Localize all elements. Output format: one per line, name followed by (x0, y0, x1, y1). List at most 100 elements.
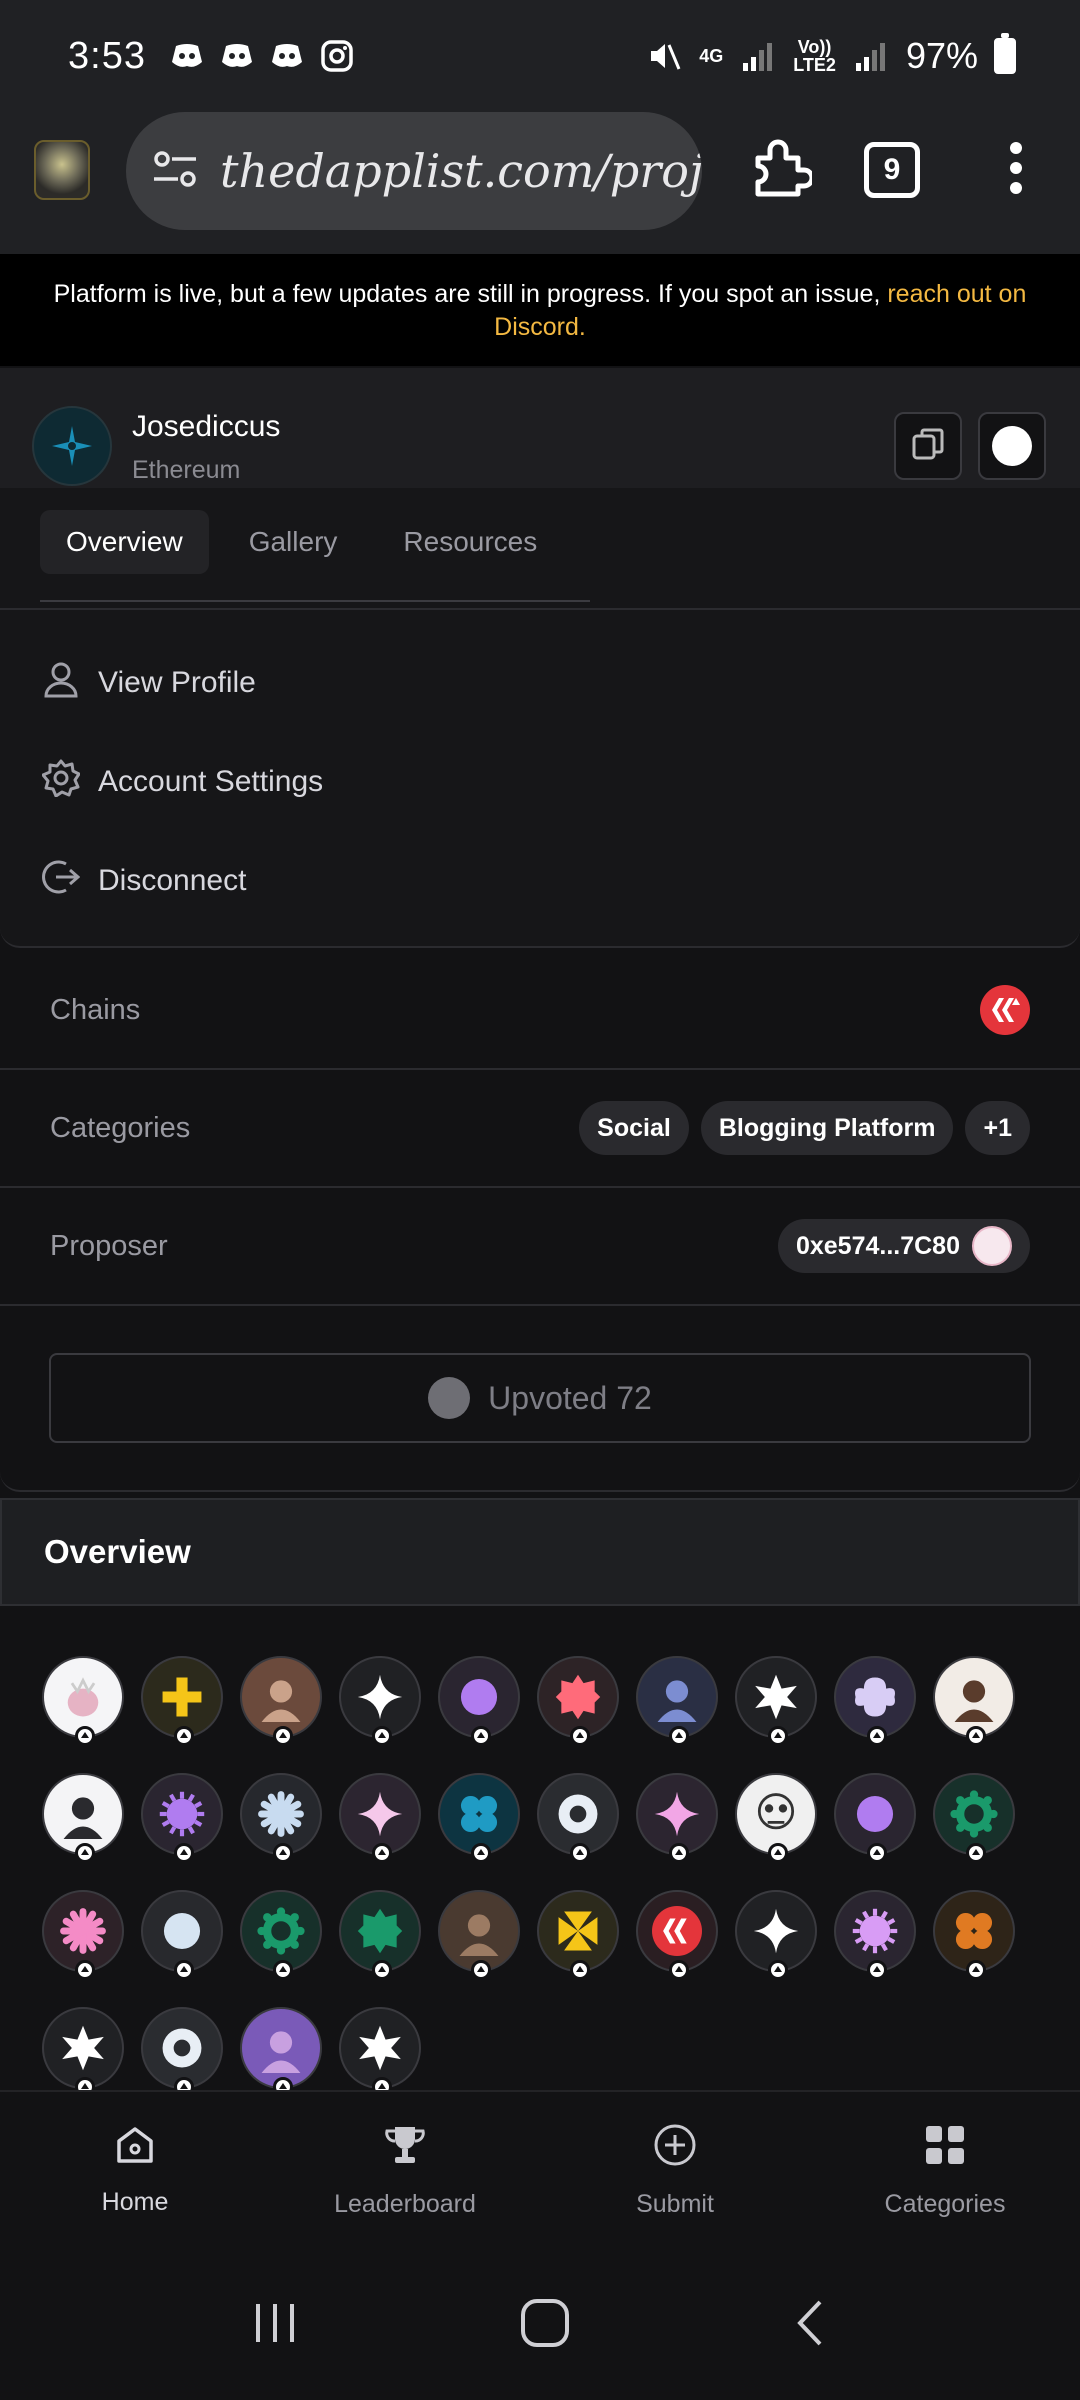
nav-home[interactable]: Home (0, 2092, 270, 2250)
voter-avatar[interactable] (240, 2007, 322, 2090)
voter-avatar[interactable] (636, 1656, 718, 1746)
project-details: Chains Categories Social Blogging Platfo… (0, 952, 1080, 1492)
upvote-button[interactable]: Upvoted 72 (49, 1353, 1031, 1443)
upvote-marker-icon (174, 2077, 194, 2090)
proposer-label: Proposer (50, 1229, 168, 1262)
proposer-address: 0xe574...7C80 (795, 1232, 960, 1260)
category-more-chip[interactable]: +1 (965, 1101, 1030, 1155)
recent-apps-icon[interactable] (250, 2298, 300, 2353)
puzzle-icon (748, 136, 815, 205)
menu-view-profile[interactable]: View Profile (42, 660, 256, 706)
voter-avatar[interactable] (339, 1773, 421, 1863)
voter-avatar[interactable] (834, 1890, 916, 1980)
profile-header: Josediccus Ethereum (0, 368, 1080, 488)
voter-avatar[interactable] (537, 1656, 619, 1746)
voter-avatar[interactable] (240, 1773, 322, 1863)
nav-submit[interactable]: Submit (540, 2092, 810, 2250)
grid-icon (923, 2123, 967, 2174)
voter-avatar[interactable] (933, 1773, 1015, 1863)
extensions-button[interactable] (740, 130, 820, 210)
menu-label: Account Settings (98, 765, 324, 798)
menu-account-settings[interactable]: Account Settings (41, 759, 324, 805)
voter-avatar[interactable] (735, 1773, 817, 1863)
network-type-label: 4G (699, 46, 724, 66)
voter-avatar[interactable] (834, 1773, 916, 1863)
voter-avatar[interactable] (735, 1656, 817, 1746)
back-icon[interactable] (790, 2298, 830, 2353)
overview-title: Overview (44, 1533, 191, 1570)
site-favicon[interactable] (34, 140, 90, 200)
upvote-marker-icon (273, 1843, 293, 1863)
home-button-icon[interactable] (519, 2297, 571, 2354)
theme-toggle-button[interactable] (978, 412, 1046, 480)
voter-avatar[interactable] (42, 1773, 124, 1863)
copy-address-button[interactable] (894, 412, 962, 480)
tab-switcher-button[interactable]: 9 (852, 130, 932, 210)
voter-avatar[interactable] (636, 1773, 718, 1863)
voter-avatar[interactable] (933, 1656, 1015, 1746)
upvote-marker-icon (75, 2077, 95, 2090)
voter-avatar[interactable] (438, 1656, 520, 1746)
nav-leaderboard[interactable]: Leaderboard (270, 2092, 540, 2250)
voter-avatar[interactable] (339, 1656, 421, 1746)
menu-disconnect[interactable]: Disconnect (42, 858, 246, 904)
status-bar: 3:53 4G Vo)) LTE2 97% (0, 0, 1080, 112)
voter-avatar[interactable] (735, 1890, 817, 1980)
voter-avatar[interactable] (141, 1656, 223, 1746)
upvote-icon (428, 1377, 471, 1419)
voter-avatar[interactable] (834, 1656, 916, 1746)
nav-label: Leaderboard (334, 2190, 476, 2218)
nav-categories[interactable]: Categories (810, 2092, 1080, 2250)
signal-icon (852, 37, 890, 75)
copy-icon (910, 426, 946, 467)
voter-avatar[interactable] (339, 2007, 421, 2090)
voter-avatar[interactable] (537, 1890, 619, 1980)
instagram-notification-icon (318, 37, 356, 75)
tab-resources[interactable]: Resources (377, 510, 563, 574)
voter-avatar[interactable] (141, 1773, 223, 1863)
voter-avatar[interactable] (141, 1890, 223, 1980)
status-time: 3:53 (68, 34, 146, 77)
discord-notification-icon (218, 37, 256, 75)
voter-avatar[interactable] (42, 1656, 124, 1746)
category-chip[interactable]: Blogging Platform (700, 1101, 954, 1155)
site-settings-icon[interactable] (152, 149, 198, 194)
voter-avatar[interactable] (42, 2007, 124, 2090)
voter-avatar[interactable] (42, 1890, 124, 1980)
voter-avatar[interactable] (438, 1890, 520, 1980)
voter-avatar[interactable] (537, 1773, 619, 1863)
browser-menu-button[interactable] (976, 130, 1056, 210)
upvote-marker-icon (273, 2077, 293, 2090)
upvote-marker-icon (867, 1960, 887, 1980)
upvote-marker-icon (570, 1960, 590, 1980)
voter-avatar[interactable] (141, 2007, 223, 2090)
categories-label: Categories (50, 1111, 191, 1144)
voter-avatar[interactable] (933, 1890, 1015, 1980)
upvote-marker-icon (570, 1843, 590, 1863)
upvote-marker-icon (372, 1960, 392, 1980)
url-text[interactable]: thedapplist.com/projeс (220, 144, 702, 198)
voter-avatar[interactable] (339, 1890, 421, 1980)
tab-count-icon: 9 (864, 142, 920, 198)
voter-avatar[interactable] (240, 1656, 322, 1746)
address-bar[interactable]: thedapplist.com/projeс (126, 112, 702, 230)
upvote-label: Upvoted 72 (488, 1379, 652, 1416)
gear-icon (41, 759, 81, 805)
upvote-marker-icon (372, 2077, 392, 2090)
nav-label: Categories (884, 2190, 1006, 2218)
voter-avatar[interactable] (240, 1890, 322, 1980)
system-navigation-bar (0, 2250, 1080, 2400)
tab-overview[interactable]: Overview (40, 510, 209, 574)
voter-avatar[interactable] (636, 1890, 718, 1980)
overview-header: Overview (0, 1498, 1080, 1606)
tab-gallery[interactable]: Gallery (223, 510, 364, 574)
upvote-marker-icon (471, 1843, 491, 1863)
upvote-marker-icon (75, 1726, 95, 1746)
category-chip[interactable]: Social (579, 1101, 689, 1155)
proposer-chip[interactable]: 0xe574...7C80 (777, 1219, 1030, 1273)
mute-icon (645, 37, 683, 75)
voter-avatar[interactable] (438, 1773, 520, 1863)
signal-icon (739, 37, 777, 75)
hive-chain-icon[interactable] (980, 985, 1030, 1035)
upvote-marker-icon (966, 1843, 986, 1863)
